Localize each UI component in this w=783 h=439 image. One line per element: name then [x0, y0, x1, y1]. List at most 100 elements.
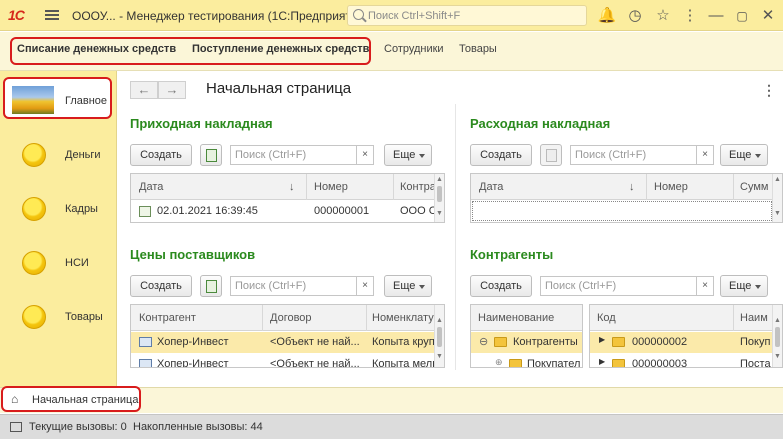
scroll-thumb[interactable]: [775, 327, 780, 347]
column-header[interactable]: Контра: [400, 181, 436, 193]
table-row[interactable]: Хопер-Инвест <Объект не най... Копыта ме…: [131, 354, 437, 368]
table-row[interactable]: 02.01.2021 16:39:45 000000001 ООО С: [131, 201, 437, 222]
expand-icon[interactable]: ⊕: [495, 357, 503, 367]
folder-icon: [612, 337, 625, 347]
tab-home[interactable]: ⌂ Начальная страница: [1, 386, 141, 412]
contractors-list[interactable]: Код Наим ▶ 000000002 Покуп ▶ 000000003 П…: [589, 304, 783, 368]
contractors-tree[interactable]: Наименование ⊖ Контрагенты ⊕ Покупател: [470, 304, 583, 368]
outgoing-search-input[interactable]: Поиск (Ctrl+F): [570, 145, 697, 165]
scroll-up-icon[interactable]: ▲: [774, 317, 781, 324]
scrollbar[interactable]: ▲ ▼: [434, 174, 444, 222]
column-header[interactable]: Контрагент: [139, 312, 196, 324]
outgoing-more-button[interactable]: Еще: [720, 144, 768, 166]
close-icon[interactable]: ✕: [758, 6, 778, 26]
contractors-clear-button[interactable]: ×: [696, 276, 714, 296]
column-header[interactable]: Договор: [270, 312, 312, 324]
table-header: Контрагент Договор Номенклату: [131, 305, 444, 331]
scroll-thumb[interactable]: [437, 186, 442, 202]
folder-icon: [612, 359, 625, 367]
contractors-search-input[interactable]: Поиск (Ctrl+F): [540, 276, 697, 296]
scroll-thumb[interactable]: [437, 327, 442, 347]
incoming-copy-button[interactable]: [200, 144, 222, 166]
outgoing-invoice-title[interactable]: Расходная накладная: [470, 116, 610, 131]
column-header[interactable]: Дата: [479, 181, 503, 193]
windows-icon[interactable]: [10, 422, 22, 432]
empty-row-focus: [472, 201, 772, 221]
column-header[interactable]: Код: [597, 312, 616, 324]
prices-search-input[interactable]: Поиск (Ctrl+F): [230, 276, 357, 296]
tree-row[interactable]: ⊖ Контрагенты: [471, 332, 582, 353]
star-icon[interactable]: ☆: [653, 6, 673, 26]
contractors-more-button[interactable]: Еще: [720, 275, 768, 297]
table-row[interactable]: ▶ 000000003 Поста: [590, 354, 772, 368]
incoming-table[interactable]: Дата ↓ Номер Контра 02.01.2021 16:39:45 …: [130, 173, 445, 223]
scroll-up-icon[interactable]: ▲: [436, 317, 443, 324]
column-header[interactable]: Номер: [654, 181, 688, 193]
sidebar-item-goods[interactable]: Товары: [0, 292, 117, 344]
supplier-prices-title[interactable]: Цены поставщиков: [130, 247, 255, 262]
column-divider: [646, 174, 647, 200]
incoming-more-button[interactable]: Еще: [384, 144, 432, 166]
column-divider: [306, 174, 307, 200]
column-header[interactable]: Сумм: [740, 181, 768, 193]
column-header[interactable]: Наименование: [478, 312, 554, 324]
section-employees[interactable]: Сотрудники: [384, 43, 444, 55]
scroll-down-icon[interactable]: ▼: [774, 210, 781, 217]
more-vertical-icon[interactable]: ⋮: [680, 6, 700, 26]
column-header[interactable]: Номенклату: [372, 312, 434, 324]
contractors-title[interactable]: Контрагенты: [470, 247, 553, 262]
bell-icon[interactable]: 🔔: [597, 6, 617, 26]
scrollbar[interactable]: ▲ ▼: [434, 305, 444, 367]
column-header[interactable]: Дата: [139, 181, 163, 193]
expand-arrow-icon[interactable]: ▶: [599, 335, 605, 344]
table-row[interactable]: ▶ 000000002 Покуп: [590, 332, 772, 353]
sidebar-item-nsi[interactable]: НСИ: [0, 238, 117, 290]
prices-copy-button[interactable]: [200, 275, 222, 297]
maximize-icon[interactable]: ▢: [732, 6, 752, 26]
incoming-clear-button[interactable]: ×: [356, 145, 374, 165]
scroll-down-icon[interactable]: ▼: [436, 210, 443, 217]
scroll-down-icon[interactable]: ▼: [436, 353, 443, 360]
scroll-down-icon[interactable]: ▼: [774, 353, 781, 360]
minimize-icon[interactable]: —: [706, 6, 726, 26]
row-contract: <Объект не най...: [270, 336, 360, 348]
column-header[interactable]: Номер: [314, 181, 348, 193]
outgoing-clear-button[interactable]: ×: [696, 145, 714, 165]
hamburger-menu-icon[interactable]: [45, 8, 59, 22]
incoming-search-input[interactable]: Поиск (Ctrl+F): [230, 145, 357, 165]
incoming-invoice-title[interactable]: Приходная накладная: [130, 116, 273, 131]
sidebar-item-hr[interactable]: Кадры: [0, 184, 117, 236]
current-calls: Текущие вызовы: 0: [29, 421, 127, 433]
back-button[interactable]: ←: [130, 81, 158, 99]
section-write-off-funds[interactable]: Списание денежных средств: [17, 43, 176, 55]
incoming-create-button[interactable]: Создать: [130, 144, 192, 166]
prices-table[interactable]: Контрагент Договор Номенклату Хопер-Инве…: [130, 304, 445, 368]
more-vertical-icon[interactable]: ⋮: [762, 82, 776, 99]
global-search-input[interactable]: Поиск Ctrl+Shift+F: [347, 5, 587, 26]
scrollbar[interactable]: ▲ ▼: [772, 174, 782, 222]
prices-create-button[interactable]: Создать: [130, 275, 192, 297]
outgoing-create-button[interactable]: Создать: [470, 144, 532, 166]
section-receipt-funds[interactable]: Поступление денежных средств: [192, 43, 369, 55]
scroll-up-icon[interactable]: ▲: [436, 176, 443, 183]
tree-row[interactable]: ⊕ Покупател: [471, 354, 582, 367]
sidebar-item-money[interactable]: Деньги: [0, 129, 117, 181]
contractors-create-button[interactable]: Создать: [470, 275, 532, 297]
column-header[interactable]: Наим: [740, 312, 768, 324]
row-counterparty: ООО С: [400, 205, 437, 217]
sections-panel: Списание денежных средств Поступление де…: [0, 32, 783, 71]
row-code: 000000003: [632, 358, 688, 368]
collapse-icon[interactable]: ⊖: [479, 335, 488, 348]
row-contract: <Объект не най...: [270, 358, 360, 368]
scrollbar[interactable]: ▲ ▼: [772, 305, 782, 367]
expand-arrow-icon[interactable]: ▶: [599, 357, 605, 366]
forward-button[interactable]: →: [158, 81, 186, 99]
prices-more-button[interactable]: Еще: [384, 275, 432, 297]
scroll-up-icon[interactable]: ▲: [774, 176, 781, 183]
outgoing-table[interactable]: Дата ↓ Номер Сумм ▲ ▼: [470, 173, 783, 223]
home-image-icon: [12, 86, 54, 114]
prices-clear-button[interactable]: ×: [356, 276, 374, 296]
section-goods[interactable]: Товары: [459, 43, 497, 55]
history-icon[interactable]: ◷: [625, 6, 645, 26]
table-row[interactable]: Хопер-Инвест <Объект не най... Копыта кр…: [131, 332, 435, 353]
